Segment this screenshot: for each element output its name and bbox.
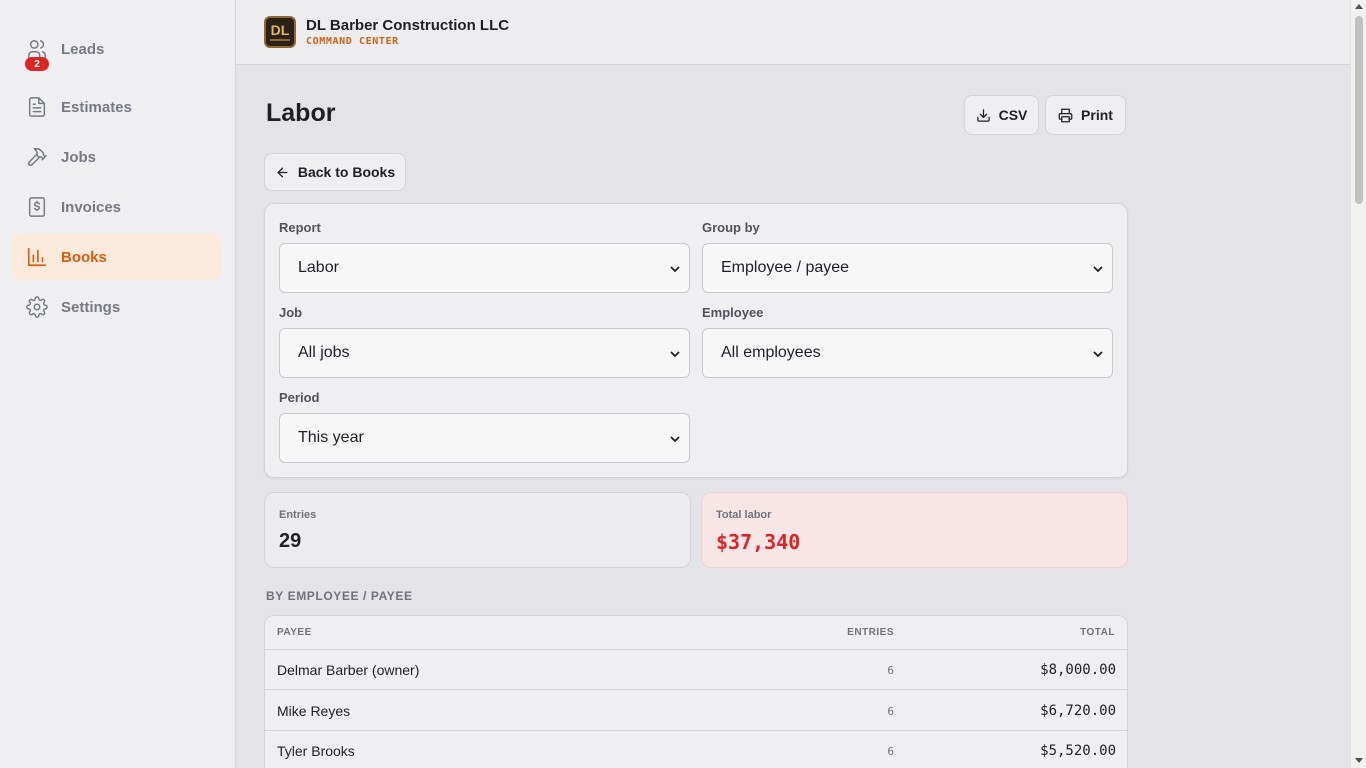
table-row[interactable]: Mike Reyes 6 $6,720.00 — [265, 691, 1127, 731]
table-row[interactable]: Tyler Brooks 6 $5,520.00 — [265, 731, 1127, 768]
group-by-value: Employee / payee — [721, 259, 850, 276]
payee-cell: Delmar Barber (owner) — [277, 662, 420, 678]
sidebar-item-label: Settings — [61, 298, 121, 316]
sidebar-item-label: Books — [61, 248, 107, 266]
printer-icon — [1058, 108, 1073, 122]
employee-value: All employees — [721, 344, 821, 361]
entries-cell: 6 — [887, 705, 894, 718]
entries-cell: 6 — [887, 664, 894, 677]
column-header-payee[interactable]: PAYEE — [277, 627, 312, 638]
report-value: Labor — [298, 259, 339, 276]
job-select[interactable]: All jobs — [279, 328, 690, 378]
table-header: PAYEE ENTRIES TOTAL — [265, 616, 1127, 650]
total-labor-card: Total labor $37,340 — [701, 492, 1128, 568]
chevron-down-icon — [1093, 351, 1103, 358]
sidebar-item-label: Invoices — [61, 198, 122, 216]
logo-underline — [270, 39, 290, 41]
entries-value: 29 — [279, 530, 302, 552]
employee-label: Employee — [702, 305, 764, 320]
entries-summary-card: Entries 29 — [264, 492, 691, 568]
payee-table: PAYEE ENTRIES TOTAL Delmar Barber (owner… — [264, 615, 1128, 768]
csv-label: CSV — [998, 107, 1028, 123]
scrollbar-thumb[interactable] — [1355, 16, 1363, 204]
top-header: DL DL Barber Construction LLC COMMAND CE… — [236, 0, 1350, 65]
report-select[interactable]: Labor — [279, 243, 690, 293]
total-cell: $6,720.00 — [1040, 703, 1116, 719]
total-labor-value: $37,340 — [716, 530, 801, 554]
job-label: Job — [279, 305, 303, 320]
csv-export-button[interactable]: CSV — [964, 95, 1039, 135]
column-header-total[interactable]: TOTAL — [1080, 627, 1115, 638]
invoice-dollar-icon — [26, 196, 48, 218]
sidebar-item-leads[interactable]: 2 Leads — [12, 26, 222, 72]
employee-select[interactable]: All employees — [702, 328, 1113, 378]
users-icon: 2 — [25, 38, 49, 71]
total-cell: $8,000.00 — [1040, 662, 1116, 678]
total-labor-label: Total labor — [716, 509, 772, 521]
leads-count-badge: 2 — [25, 57, 49, 71]
download-icon — [976, 108, 990, 122]
group-by-label: Group by — [702, 220, 760, 235]
scroll-down-arrow-icon[interactable] — [1355, 758, 1363, 763]
print-label: Print — [1081, 107, 1113, 123]
app-subtitle: COMMAND CENTER — [306, 36, 399, 47]
sidebar-item-label: Leads — [61, 40, 105, 58]
page-title: Labor — [266, 99, 336, 127]
sidebar-item-settings[interactable]: Settings — [12, 284, 222, 330]
period-select[interactable]: This year — [279, 413, 690, 463]
period-label: Period — [279, 390, 320, 405]
group-by-select[interactable]: Employee / payee — [702, 243, 1113, 293]
chevron-down-icon — [1093, 266, 1103, 273]
page-scrollbar[interactable] — [1350, 0, 1366, 768]
column-header-entries[interactable]: ENTRIES — [847, 627, 894, 638]
company-logo[interactable]: DL — [264, 16, 296, 48]
report-label: Report — [279, 220, 321, 235]
bar-chart-icon — [26, 246, 48, 268]
chevron-down-icon — [670, 436, 680, 443]
job-value: All jobs — [298, 344, 350, 361]
sidebar-item-label: Jobs — [61, 148, 97, 166]
section-heading: BY EMPLOYEE / PAYEE — [266, 589, 413, 603]
sidebar-item-label: Estimates — [61, 98, 132, 116]
entries-cell: 6 — [887, 745, 894, 758]
sidebar: 2 Leads Estimates Jobs Invoices Books Se… — [0, 0, 236, 768]
total-cell: $5,520.00 — [1040, 743, 1116, 759]
payee-cell: Mike Reyes — [277, 703, 351, 719]
chevron-down-icon — [670, 266, 680, 273]
sidebar-item-estimates[interactable]: Estimates — [12, 84, 222, 130]
scroll-up-arrow-icon[interactable] — [1355, 4, 1363, 9]
back-label: Back to Books — [297, 164, 396, 180]
sidebar-item-invoices[interactable]: Invoices — [12, 184, 222, 230]
document-icon — [26, 96, 48, 118]
logo-text: DL — [270, 22, 290, 38]
entries-label: Entries — [279, 509, 317, 521]
gear-icon — [26, 296, 48, 318]
arrow-left-icon — [277, 167, 288, 177]
chevron-down-icon — [670, 351, 680, 358]
sidebar-item-jobs[interactable]: Jobs — [12, 134, 222, 180]
company-name: DL Barber Construction LLC — [306, 17, 510, 34]
hammer-icon — [26, 146, 48, 168]
print-button[interactable]: Print — [1045, 95, 1126, 135]
period-value: This year — [298, 429, 364, 446]
payee-cell: Tyler Brooks — [277, 743, 355, 759]
back-to-books-button[interactable]: Back to Books — [264, 153, 406, 191]
table-row[interactable]: Delmar Barber (owner) 6 $8,000.00 — [265, 650, 1127, 690]
sidebar-item-books[interactable]: Books — [12, 234, 222, 280]
report-filters-panel: Report Labor Group by Employee / payee J… — [264, 203, 1128, 478]
